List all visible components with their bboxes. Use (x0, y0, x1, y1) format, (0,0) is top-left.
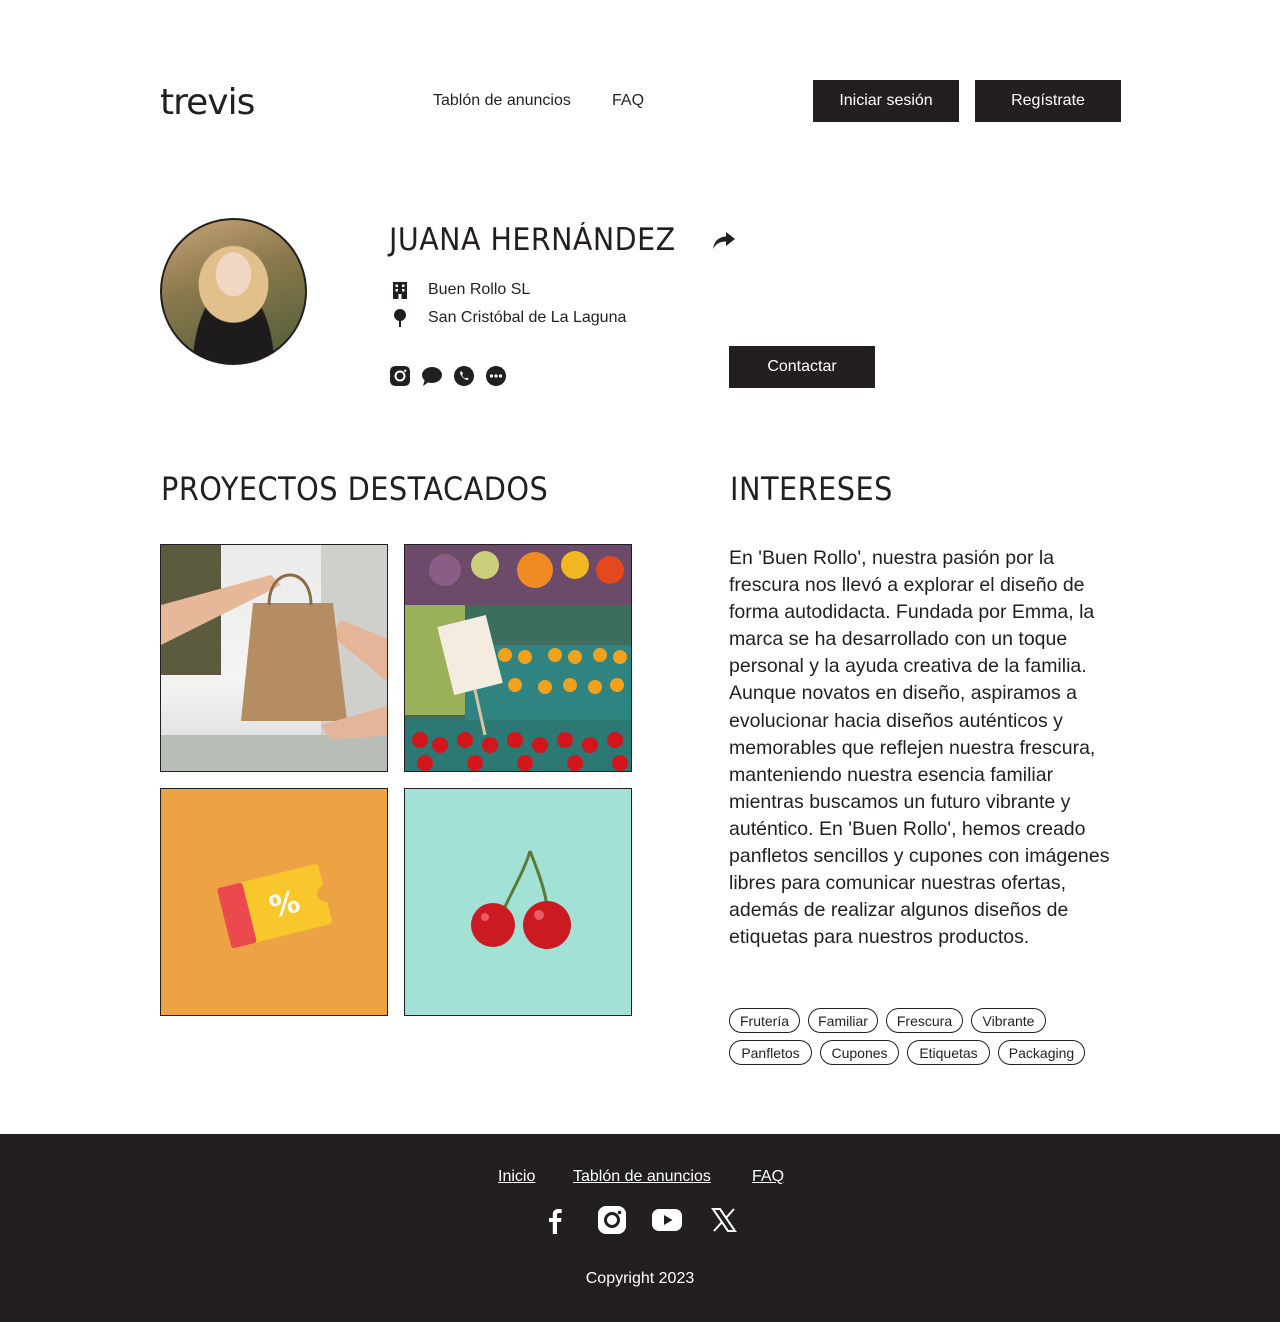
copyright-text: Copyright 2023 (585, 1270, 695, 1287)
company-name: Buen Rollo SL (428, 281, 531, 298)
project-image-coupon[interactable]: % (160, 788, 388, 1016)
tag-frescura[interactable]: Frescura (886, 1008, 963, 1033)
contact-button[interactable]: Contactar (729, 346, 875, 388)
x-icon[interactable] (709, 1205, 739, 1235)
instagram-icon[interactable] (390, 366, 410, 386)
share-icon[interactable] (711, 228, 737, 252)
project-image-produce-market[interactable] (404, 544, 632, 772)
trevis-logo[interactable]: trevis (160, 82, 255, 123)
tag-vibrante[interactable]: Vibrante (971, 1008, 1046, 1033)
footer-link-inicio[interactable]: Inicio (498, 1168, 535, 1186)
interests-title: INTERESES (730, 470, 893, 508)
location-name: San Cristóbal de La Laguna (428, 309, 627, 326)
avatar (160, 218, 307, 365)
tag-packaging[interactable]: Packaging (998, 1040, 1085, 1065)
nav-link-tablon[interactable]: Tablón de anuncios (433, 92, 571, 110)
interests-description: En 'Buen Rollo', nuestra pasión por la f… (729, 547, 1110, 949)
project-image-shopping-bag[interactable] (160, 544, 388, 772)
login-button[interactable]: Iniciar sesión (813, 80, 959, 122)
more-icon[interactable] (486, 366, 506, 386)
project-image-cherries[interactable] (404, 788, 632, 1016)
chat-bubble-icon[interactable] (422, 366, 442, 386)
youtube-icon[interactable] (652, 1205, 682, 1235)
footer (0, 1134, 1280, 1322)
tag-familiar[interactable]: Familiar (808, 1008, 878, 1033)
tag-fruteria[interactable]: Frutería (729, 1008, 800, 1033)
tag-panfletos[interactable]: Panfletos (729, 1040, 812, 1065)
tag-etiquetas[interactable]: Etiquetas (907, 1040, 990, 1065)
footer-link-faq[interactable]: FAQ (752, 1168, 784, 1186)
facebook-icon[interactable] (540, 1205, 570, 1235)
nav-link-faq[interactable]: FAQ (612, 92, 644, 110)
tag-cupones[interactable]: Cupones (820, 1040, 899, 1065)
building-icon (393, 282, 407, 299)
projects-title: PROYECTOS DESTACADOS (161, 470, 549, 508)
whatsapp-icon[interactable] (454, 366, 474, 386)
location-pin-icon (394, 309, 406, 327)
profile-name: JUANA HERNÁNDEZ (389, 222, 676, 258)
instagram-icon[interactable] (597, 1205, 627, 1235)
register-button[interactable]: Regístrate (975, 80, 1121, 122)
footer-link-tablon[interactable]: Tablón de anuncios (573, 1168, 711, 1186)
